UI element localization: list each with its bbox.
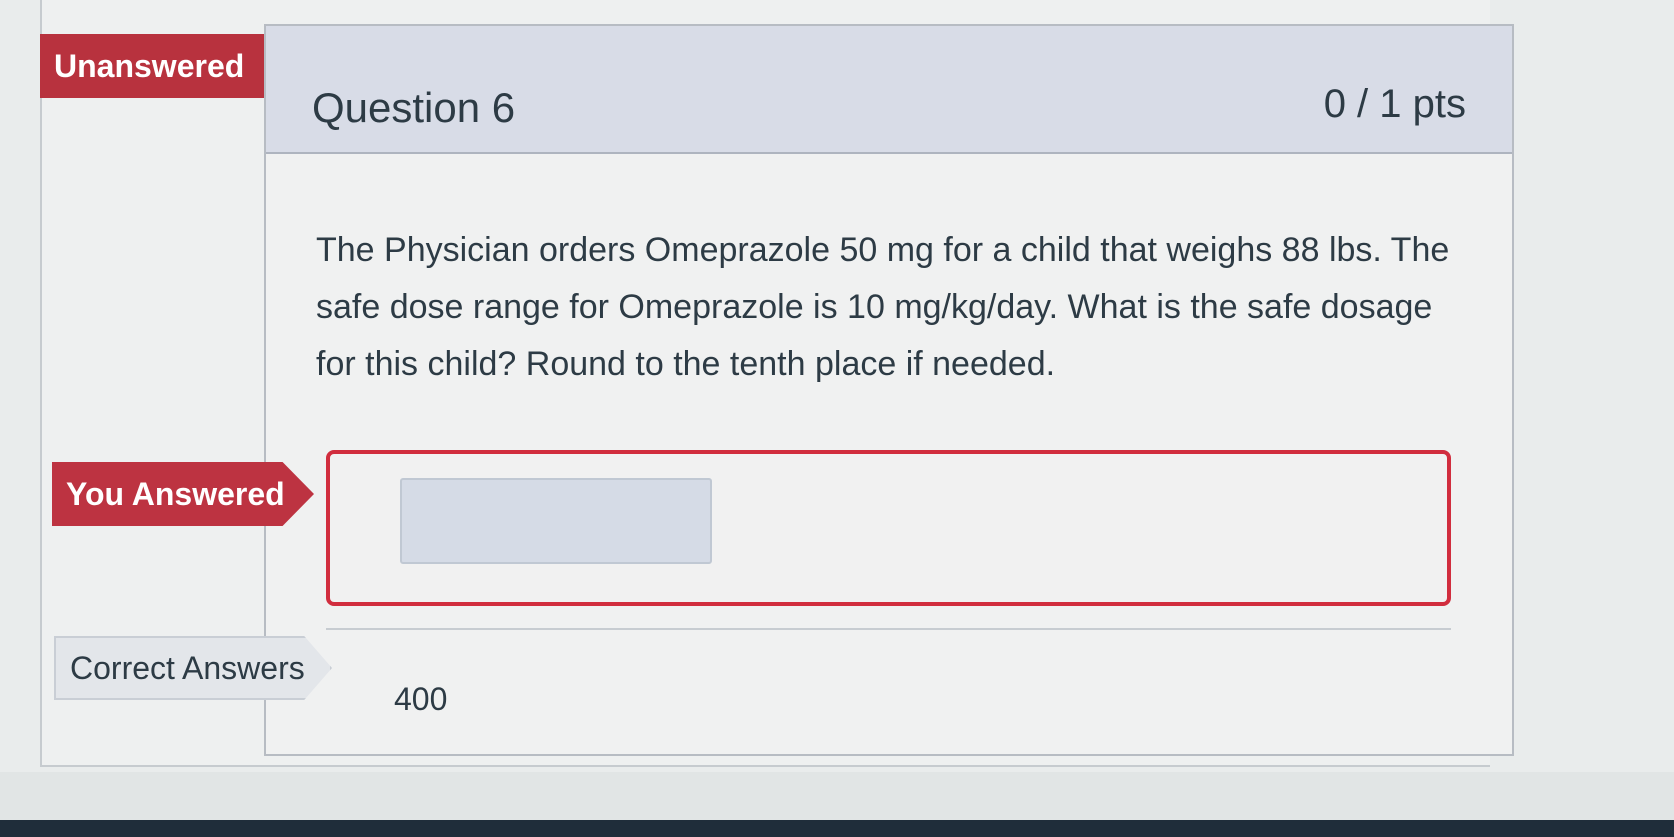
you-answered-label: You Answered [66, 475, 285, 512]
question-points: 0 / 1 pts [1323, 82, 1466, 126]
unanswered-label: Unanswered [54, 47, 245, 84]
answer-input[interactable] [400, 478, 712, 564]
question-header: Question 6 0 / 1 pts [266, 26, 1512, 154]
correct-answers-tag: Correct Answers [54, 636, 332, 700]
answer-divider [326, 628, 1451, 630]
question-text: The Physician orders Omeprazole 50 mg fo… [316, 231, 1450, 383]
incorrect-answer-box [326, 450, 1451, 606]
correct-answer-value: 400 [394, 681, 448, 717]
page-bottom-area [0, 772, 1674, 820]
unanswered-tag: Unanswered [40, 34, 298, 98]
correct-answers-label: Correct Answers [70, 649, 305, 686]
question-card: Question 6 0 / 1 pts The Physician order… [264, 24, 1514, 756]
you-answered-tag: You Answered [52, 462, 314, 526]
question-title: Question 6 [312, 84, 516, 131]
screen-bezel [0, 820, 1674, 837]
